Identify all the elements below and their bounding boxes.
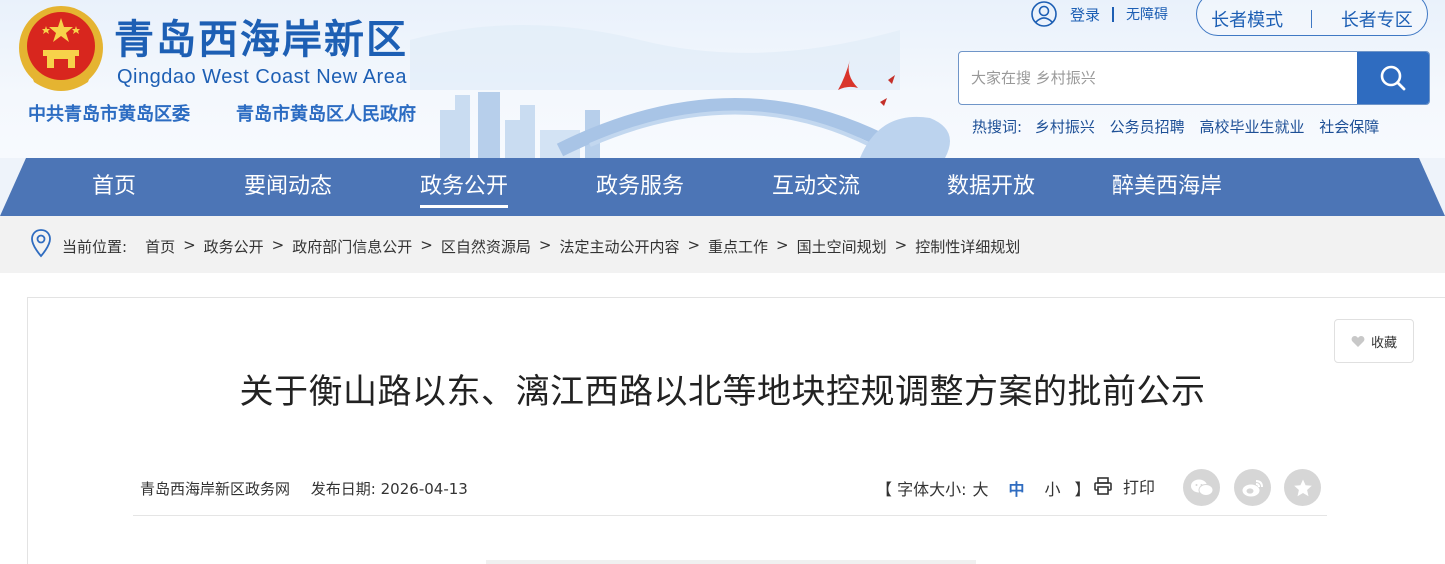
nav-corner-left xyxy=(0,158,26,216)
breadcrumb-arrow: > xyxy=(183,236,196,254)
share-favorite-button[interactable] xyxy=(1284,469,1321,506)
article-meta: 青岛西海岸新区政务网 发布日期: 2026-04-13 xyxy=(140,478,468,499)
publish-date-label: 发布日期: xyxy=(310,480,376,498)
search-input[interactable] xyxy=(959,52,1359,104)
nav-gov-services[interactable]: 政务服务 xyxy=(596,158,684,216)
search-box xyxy=(958,51,1430,105)
site-header: 青岛西海岸新区 Qingdao West Coast New Area 中共青岛… xyxy=(0,0,1445,158)
national-emblem-logo xyxy=(19,6,103,91)
breadcrumb-arrow: > xyxy=(271,236,285,254)
heart-icon xyxy=(1351,335,1365,347)
nav-corner-right xyxy=(1419,158,1445,216)
weibo-icon xyxy=(1242,479,1263,496)
article-title: 关于衡山路以东、漓江西路以北等地块控规调整方案的批前公示 xyxy=(239,372,1206,412)
font-size-large[interactable]: 大 xyxy=(972,476,988,500)
breadcrumb-item[interactable]: 国土空间规划 xyxy=(797,236,887,257)
nav-home[interactable]: 首页 xyxy=(92,158,136,216)
font-size-small[interactable]: 小 xyxy=(1045,476,1061,500)
meta-divider xyxy=(133,515,1327,516)
nav-west-coast[interactable]: 醉美西海岸 xyxy=(1112,158,1222,216)
breadcrumb-item[interactable]: 政务公开 xyxy=(204,236,264,257)
hot-word[interactable]: 公务员招聘 xyxy=(1110,118,1185,136)
print-label: 打印 xyxy=(1123,478,1156,497)
location-icon xyxy=(31,229,51,258)
link-separator xyxy=(1112,6,1115,22)
hot-word[interactable]: 乡村振兴 xyxy=(1035,118,1095,136)
print-button[interactable]: 打印 xyxy=(1093,474,1155,498)
breadcrumb-item[interactable]: 控制性详细规划 xyxy=(915,236,1020,257)
hot-search-label: 热搜词: xyxy=(972,118,1023,136)
search-icon xyxy=(1380,65,1406,91)
search-button[interactable] xyxy=(1357,52,1429,104)
breadcrumb-item[interactable]: 重点工作 xyxy=(708,236,768,257)
nav-news[interactable]: 要闻动态 xyxy=(244,158,332,216)
nav-interaction[interactable]: 互动交流 xyxy=(772,158,860,216)
breadcrumb-arrow: > xyxy=(538,236,552,254)
breadcrumb-arrow: > xyxy=(420,236,433,254)
nav-gov-affairs-open[interactable]: 政务公开 xyxy=(420,158,509,216)
font-size-medium[interactable]: 中 xyxy=(1009,476,1025,500)
top-links: 登录 无障碍 xyxy=(1030,0,1168,28)
wechat-icon xyxy=(1190,479,1213,496)
elder-zone-button[interactable]: 长者专区 xyxy=(1341,6,1413,32)
user-icon[interactable] xyxy=(1030,0,1058,28)
org-district-government: 青岛市黄岛区人民政府 xyxy=(236,104,416,125)
site-name-english: Qingdao West Coast New Area xyxy=(117,66,407,88)
article-source: 青岛西海岸新区政务网 xyxy=(140,480,291,498)
org-party-committee: 中共青岛市黄岛区委 xyxy=(28,104,190,125)
elder-separator xyxy=(1311,10,1313,28)
font-size-label: 【 字体大小: xyxy=(876,480,967,499)
star-icon xyxy=(1293,479,1312,496)
breadcrumb-item[interactable]: 区自然资源局 xyxy=(441,236,531,257)
breadcrumb: 当前位置: 首页 > 政务公开 > 政府部门信息公开 > 区自然资源局 > 法定… xyxy=(62,236,1020,257)
login-link[interactable]: 登录 xyxy=(1070,4,1100,25)
font-size-control: 【 字体大小: 大 中 小 】 xyxy=(876,476,1091,500)
printer-icon xyxy=(1094,477,1112,495)
hot-word[interactable]: 高校毕业生就业 xyxy=(1199,118,1304,136)
hot-word[interactable]: 社会保障 xyxy=(1319,118,1379,136)
favorite-label: 收藏 xyxy=(1370,335,1397,351)
breadcrumb-arrow: > xyxy=(894,236,908,254)
content-top-edge xyxy=(486,560,976,564)
font-size-bracket-close: 】 xyxy=(1074,480,1091,499)
breadcrumb-item[interactable]: 首页 xyxy=(145,236,175,257)
share-wechat-button[interactable] xyxy=(1183,469,1220,506)
article-card xyxy=(27,297,1445,564)
elder-mode-button[interactable]: 长者模式 xyxy=(1211,6,1283,32)
main-nav xyxy=(0,158,1445,216)
site-name: 青岛西海岸新区 xyxy=(114,17,408,63)
accessibility-link[interactable]: 无障碍 xyxy=(1126,4,1168,24)
favorite-button[interactable]: 收藏 xyxy=(1334,319,1414,363)
breadcrumb-item[interactable]: 法定主动公开内容 xyxy=(559,236,679,257)
breadcrumb-item[interactable]: 政府部门信息公开 xyxy=(292,236,412,257)
publish-date: 2026-04-13 xyxy=(380,480,468,498)
breadcrumb-label: 当前位置: xyxy=(62,238,128,256)
breadcrumb-arrow: > xyxy=(776,236,789,254)
share-weibo-button[interactable] xyxy=(1234,469,1271,506)
elder-mode-switch: 长者模式 长者专区 xyxy=(1196,0,1428,36)
hot-search: 热搜词: 乡村振兴 公务员招聘 高校毕业生就业 社会保障 xyxy=(972,116,1389,137)
breadcrumb-arrow: > xyxy=(687,236,701,254)
nav-open-data[interactable]: 数据开放 xyxy=(947,158,1035,216)
